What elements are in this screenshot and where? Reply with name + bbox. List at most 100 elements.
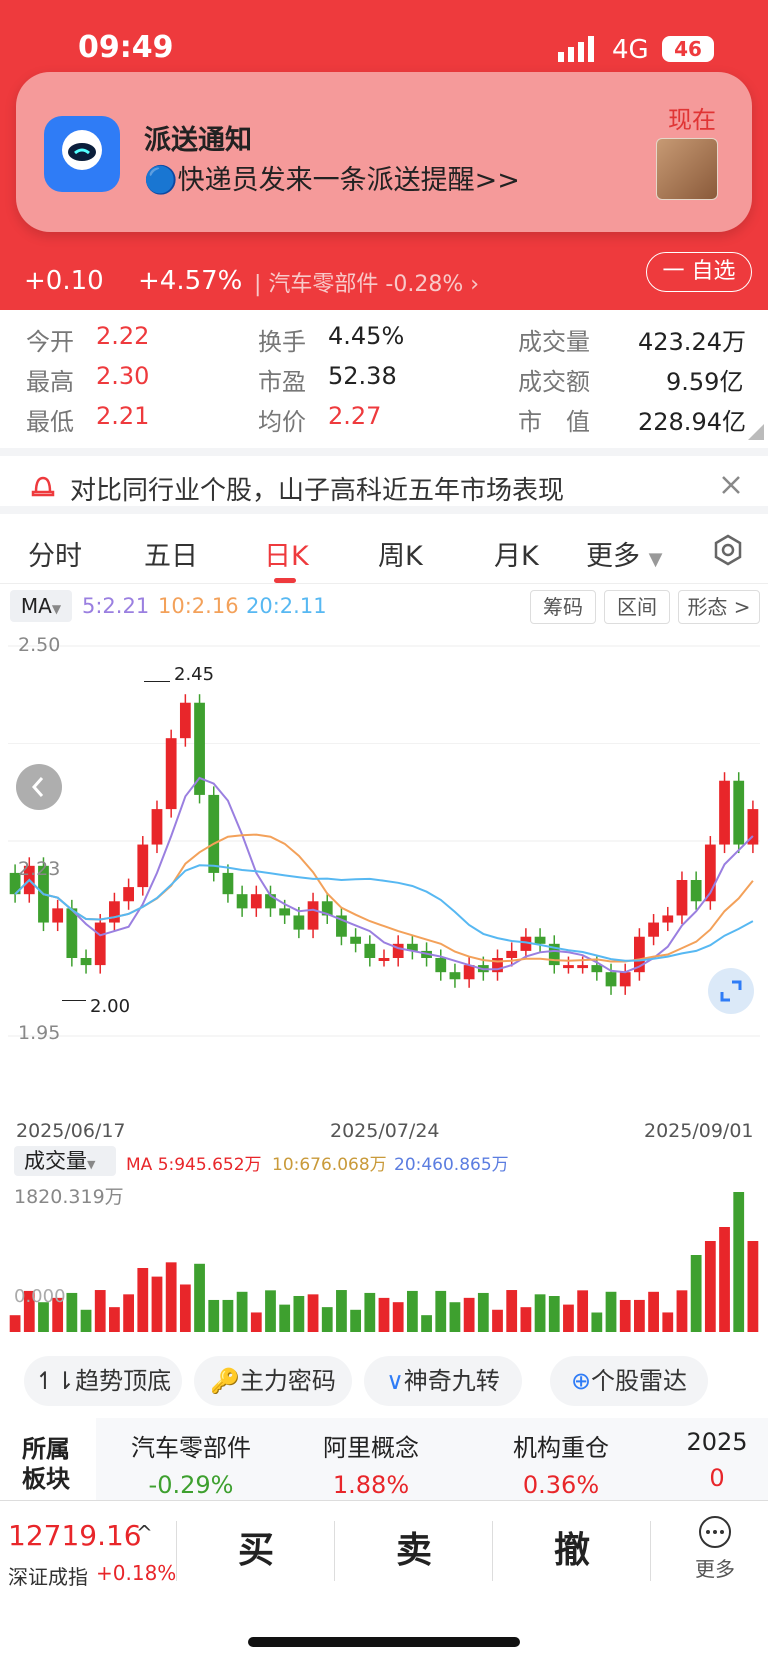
vol-ymin: 0.000 <box>14 1286 66 1307</box>
nine-turn-button[interactable]: ∨神奇九转 <box>364 1356 522 1406</box>
volume-bar <box>463 1297 475 1332</box>
kline-chart[interactable]: 2.50 2.23 1.95 2.45 2.00 2025/06/17 2025… <box>0 626 768 1146</box>
signal-icon <box>558 36 594 62</box>
home-indicator[interactable] <box>248 1637 520 1647</box>
price-change: +0.10 <box>24 266 104 296</box>
ma-selector[interactable]: MA▼ <box>10 590 72 622</box>
volume-bar <box>265 1290 276 1332</box>
tab-weekly-k[interactable]: 周K <box>378 534 423 573</box>
date-label-mid: 2025/07/24 <box>330 1120 440 1142</box>
volume-value: 423.24万 <box>638 328 746 356</box>
candle-body <box>137 844 149 888</box>
low-annotation: 2.00 <box>90 996 131 1017</box>
watchlist-button[interactable]: 一 自选 <box>646 252 752 292</box>
vol-ma5: MA 5:945.652万 <box>126 1155 262 1175</box>
fullscreen-button[interactable] <box>708 968 754 1014</box>
period-tabs: 分时 五日 日K 周K 月K 更多 ▼ <box>0 516 768 584</box>
close-icon[interactable] <box>720 474 742 496</box>
y-mid-label: 2.23 <box>18 858 61 880</box>
compare-banner[interactable]: 对比同行业个股，山子高科近五年市场表现 <box>0 448 768 514</box>
network-type: 4G <box>612 35 649 65</box>
candle-body <box>208 794 220 873</box>
volume-bar <box>321 1307 333 1332</box>
tab-more-label: 更多 <box>586 541 640 572</box>
range-button[interactable]: 区间 <box>604 590 670 624</box>
candle-body <box>534 936 546 944</box>
pattern-button[interactable]: 形态 > <box>678 590 760 624</box>
kline-svg <box>8 645 760 1037</box>
cancel-button[interactable]: 撤 <box>496 1521 648 1573</box>
open-value: 2.22 <box>96 322 150 350</box>
high-value: 2.30 <box>96 362 150 390</box>
volume-selector[interactable]: 成交量▼ <box>14 1146 116 1176</box>
sector-link[interactable]: | 汽车零部件 -0.28% › <box>254 266 479 298</box>
volume-bar <box>662 1312 674 1332</box>
volume-bar <box>747 1241 759 1332</box>
scroll-left-button[interactable] <box>16 764 62 810</box>
tab-five-day[interactable]: 五日 <box>144 534 198 573</box>
chevron-down-icon: ▼ <box>648 549 663 570</box>
ma20-value: 20:2.11 <box>246 594 327 618</box>
volume-bar <box>563 1304 574 1332</box>
volume-bar <box>719 1227 730 1332</box>
high-annotation: 2.45 <box>174 664 215 685</box>
main-code-label: 主力密码 <box>239 1367 336 1395</box>
volume-bar <box>194 1263 205 1332</box>
expand-corner-icon[interactable] <box>748 424 764 440</box>
plate-scroller[interactable]: 汽车零部件 -0.29% 阿里概念 1.88% 机构重仓 0.36% 2025 0 <box>96 1418 768 1500</box>
volume-bar <box>307 1294 319 1332</box>
radar-icon: ⊕ <box>570 1367 592 1395</box>
candle-body <box>506 950 518 958</box>
volume-bar <box>66 1292 78 1332</box>
more-button[interactable]: 更多 <box>680 1515 750 1582</box>
y-min-label: 1.95 <box>18 1022 61 1044</box>
sell-button[interactable]: 卖 <box>338 1521 490 1573</box>
volume-bar <box>449 1302 461 1332</box>
settings-icon[interactable] <box>712 534 744 566</box>
candle-body <box>293 915 305 930</box>
open-label: 今开 <box>26 328 74 356</box>
chevron-left-icon <box>31 777 44 797</box>
candle-body <box>690 880 702 902</box>
volume-bar <box>165 1262 177 1332</box>
index-name: 深证成指 <box>8 1565 88 1589</box>
volume-bar <box>94 1290 106 1332</box>
app-icon <box>44 116 120 192</box>
index-value[interactable]: 12719.16 <box>8 1519 142 1552</box>
tab-intraday[interactable]: 分时 <box>28 534 82 573</box>
volume-bar <box>9 1315 21 1332</box>
tab-more[interactable]: 更多 ▼ <box>586 534 662 573</box>
active-tab-indicator <box>274 578 296 583</box>
avg-label: 均价 <box>258 408 306 436</box>
candle-body <box>619 972 631 987</box>
chevron-down-icon: ▼ <box>87 1158 96 1171</box>
candle-body <box>662 915 674 923</box>
candle-body <box>80 958 92 966</box>
volume-chart[interactable]: 成交量▼ MA 5:945.652万 10:676.068万 20:460.86… <box>0 1146 768 1346</box>
push-notification[interactable]: 派送通知 🔵快递员发来一条派送提醒>> 现在 <box>16 72 752 232</box>
plate-item[interactable]: 阿里概念 1.88% <box>286 1428 456 1499</box>
amount-label: 成交额 <box>518 368 590 396</box>
tab-monthly-k[interactable]: 月K <box>494 534 539 573</box>
volume-bar <box>733 1192 745 1332</box>
chips-button[interactable]: 筹码 <box>530 590 596 624</box>
plate-heading-text: 所属板块 <box>22 1435 70 1493</box>
candle-body <box>449 972 461 980</box>
plate-item[interactable]: 机构重仓 0.36% <box>476 1428 646 1499</box>
plate-item[interactable]: 2025 0 <box>666 1428 768 1492</box>
plate-item[interactable]: 汽车零部件 -0.29% <box>106 1428 276 1499</box>
volume-bar <box>179 1284 191 1332</box>
volume-bar <box>534 1294 546 1332</box>
main-code-button[interactable]: 🔑主力密码 <box>194 1356 352 1406</box>
vol-ymax: 1820.319万 <box>14 1186 124 1208</box>
notification-body: 🔵快递员发来一条派送提醒>> <box>144 165 520 196</box>
tool-buttons: ↿⇂趋势顶底 🔑主力密码 ∨神奇九转 ⊕个股雷达 <box>0 1346 768 1418</box>
candle-body <box>591 965 603 973</box>
radar-button[interactable]: ⊕个股雷达 <box>550 1356 708 1406</box>
battery-icon: 46 <box>662 36 714 62</box>
buy-button[interactable]: 买 <box>180 1521 332 1573</box>
low-label: 最低 <box>26 408 74 436</box>
tab-daily-k[interactable]: 日K <box>264 534 309 573</box>
trend-button[interactable]: ↿⇂趋势顶底 <box>24 1356 182 1406</box>
amount-value: 9.59亿 <box>666 368 744 396</box>
